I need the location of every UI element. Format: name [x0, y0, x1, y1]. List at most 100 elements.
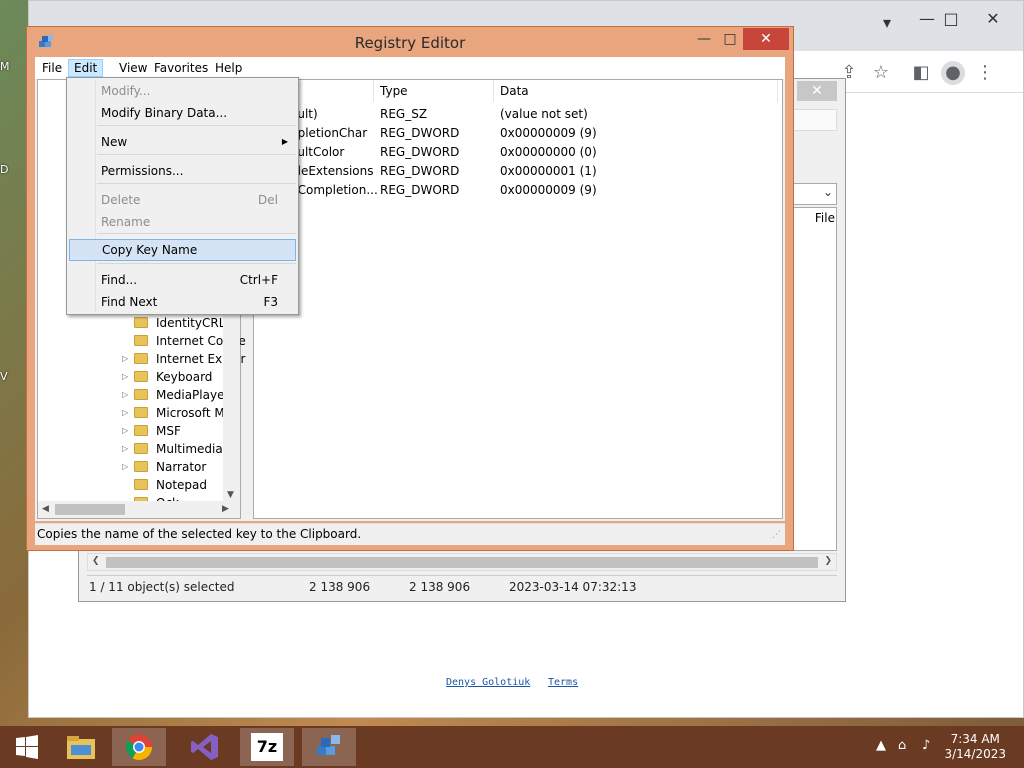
value-data-cell[interactable]: 0x00000009 (9): [500, 124, 597, 143]
value-data-cell[interactable]: 0x00000001 (1): [500, 162, 597, 181]
chevron-down-icon[interactable]: ⌄: [823, 185, 833, 199]
folder-icon: [134, 425, 148, 436]
edit-dropdown-menu: Modify... Modify Binary Data... New ▶ Permis…: [66, 77, 299, 315]
kebab-menu-icon[interactable]: ⋮: [973, 61, 997, 85]
menu-item-copy-key-name[interactable]: Copy Key Name: [69, 239, 296, 261]
regedit-statusbar: Copies the name of the selected key to t…: [35, 523, 785, 545]
file-explorer-icon[interactable]: [54, 728, 108, 766]
menu-edit[interactable]: Edit: [68, 59, 104, 77]
tree-item[interactable]: ▷ MediaPlayer: [38, 386, 229, 404]
column-type[interactable]: Type: [374, 80, 494, 102]
value-type-cell[interactable]: REG_SZ: [380, 105, 427, 124]
status-size-2: 2 138 906: [409, 580, 471, 594]
show-hidden-icons[interactable]: ▲: [876, 738, 886, 753]
desktop-label-m: M: [0, 60, 10, 73]
expand-arrow-icon[interactable]: ▷: [122, 458, 130, 476]
background-app-close-button[interactable]: ✕: [797, 81, 837, 101]
status-selected-count: 1 / 11 object(s) selected: [89, 580, 235, 594]
menu-item-find-next[interactable]: Find Next F3: [69, 291, 296, 313]
network-icon[interactable]: ⌂: [898, 738, 906, 753]
value-type-cell[interactable]: REG_DWORD: [380, 162, 459, 181]
tree-hscrollbar[interactable]: ◀ ▶: [38, 501, 240, 518]
value-name-cell[interactable]: bleExtensions: [290, 162, 374, 181]
menu-item-delete[interactable]: Delete Del: [69, 189, 296, 211]
value-name-cell[interactable]: npletionChar: [290, 124, 367, 143]
author-link[interactable]: Denys Golotiuk: [446, 677, 530, 688]
tree-item[interactable]: ▷ Keyboard: [38, 368, 224, 386]
menu-separator: [97, 125, 296, 126]
tree-item[interactable]: ▷ Multimedia: [38, 440, 224, 458]
column-data[interactable]: Data: [494, 80, 778, 102]
tree-hscroll-thumb[interactable]: [55, 504, 125, 515]
menu-item-label: Permissions...: [101, 164, 184, 178]
menu-item-permissions[interactable]: Permissions...: [69, 160, 296, 182]
value-type-cell[interactable]: REG_DWORD: [380, 143, 459, 162]
menu-file[interactable]: File: [37, 59, 67, 77]
background-app-hscroll-thumb[interactable]: [106, 557, 818, 568]
expand-arrow-icon[interactable]: ▷: [122, 350, 130, 368]
background-app-hscrollbar[interactable]: ❮ ❯: [87, 553, 837, 571]
visual-studio-icon[interactable]: [178, 728, 232, 766]
scroll-down-icon[interactable]: ▼: [227, 490, 234, 500]
regedit-icon[interactable]: [302, 728, 356, 766]
volume-icon[interactable]: ♪: [922, 738, 930, 753]
menu-help[interactable]: Help: [210, 59, 247, 77]
regedit-titlebar[interactable]: Registry Editor — □ ✕: [27, 27, 793, 59]
value-type-cell[interactable]: REG_DWORD: [380, 124, 459, 143]
tab-search-button[interactable]: ▾: [867, 11, 907, 35]
value-name-cell[interactable]: nCompletion...: [290, 181, 378, 200]
value-data-cell[interactable]: (value not set): [500, 105, 588, 124]
menu-item-label: Rename: [101, 215, 151, 229]
tree-item-label: IdentityCRL: [156, 316, 226, 330]
folder-icon: [134, 461, 148, 472]
menu-item-label: Modify Binary Data...: [101, 106, 228, 120]
star-icon[interactable]: ☆: [869, 61, 893, 85]
menu-item-modify[interactable]: Modify...: [69, 80, 296, 102]
folder-icon: [134, 371, 148, 382]
folder-icon: [134, 389, 148, 400]
scroll-left-icon[interactable]: ❮: [92, 556, 100, 566]
menu-favorites[interactable]: Favorites: [149, 59, 213, 77]
value-type-cell[interactable]: REG_DWORD: [380, 181, 459, 200]
menu-item-find[interactable]: Find... Ctrl+F: [69, 269, 296, 291]
expand-arrow-icon[interactable]: ▷: [122, 440, 130, 458]
tree-item[interactable]: ▷ Narrator: [38, 458, 224, 476]
menu-item-new[interactable]: New ▶: [69, 131, 296, 153]
menu-item-rename[interactable]: Rename: [69, 211, 296, 233]
profile-icon[interactable]: ●: [941, 61, 965, 85]
background-app-column-file[interactable]: File: [815, 211, 835, 225]
regedit-close-button[interactable]: ✕: [743, 28, 789, 50]
terms-link[interactable]: Terms: [548, 677, 578, 688]
tree-item[interactable]: ▷ MSF: [38, 422, 224, 440]
browser-close-button[interactable]: ✕: [973, 7, 1013, 31]
scroll-left-icon[interactable]: ◀: [42, 504, 49, 514]
tree-item[interactable]: Internet Conne: [38, 332, 246, 350]
expand-arrow-icon[interactable]: ▷: [122, 422, 130, 440]
value-data-cell[interactable]: 0x00000009 (9): [500, 181, 597, 200]
chrome-icon[interactable]: [112, 728, 166, 766]
status-size-1: 2 138 906: [309, 580, 371, 594]
regedit-maximize-button[interactable]: □: [717, 28, 743, 50]
menu-item-modify-binary-data[interactable]: Modify Binary Data...: [69, 102, 296, 124]
expand-arrow-icon[interactable]: ▷: [122, 404, 130, 422]
tree-item[interactable]: Notepad: [38, 476, 224, 494]
taskbar-clock[interactable]: 7:34 AM 3/14/2023: [944, 732, 1006, 762]
tree-item[interactable]: ▷ Microsoft Mar: [38, 404, 237, 422]
regedit-minimize-button[interactable]: —: [691, 28, 717, 50]
menu-view[interactable]: View: [114, 59, 152, 77]
tree-item-label: Keyboard: [156, 370, 213, 384]
scroll-right-icon[interactable]: ❯: [824, 556, 832, 566]
expand-arrow-icon[interactable]: ▷: [122, 368, 130, 386]
value-data-cell[interactable]: 0x00000000 (0): [500, 143, 597, 162]
sidebar-icon[interactable]: ◧: [909, 61, 933, 85]
resize-grip-icon[interactable]: ⋰: [772, 530, 781, 540]
browser-maximize-button[interactable]: □: [931, 7, 971, 31]
regedit-values-list[interactable]: Type Data ault) REG_SZ (value not set) nple…: [253, 79, 783, 519]
menu-item-label: Delete: [101, 193, 141, 207]
tree-item[interactable]: ▷ Internet Explor: [38, 350, 245, 368]
tree-item[interactable]: IdentityCRL: [38, 314, 226, 332]
start-icon[interactable]: [0, 728, 54, 766]
expand-arrow-icon[interactable]: ▷: [122, 386, 130, 404]
scroll-right-icon[interactable]: ▶: [222, 504, 229, 514]
7zip-icon[interactable]: 7z: [240, 728, 294, 766]
